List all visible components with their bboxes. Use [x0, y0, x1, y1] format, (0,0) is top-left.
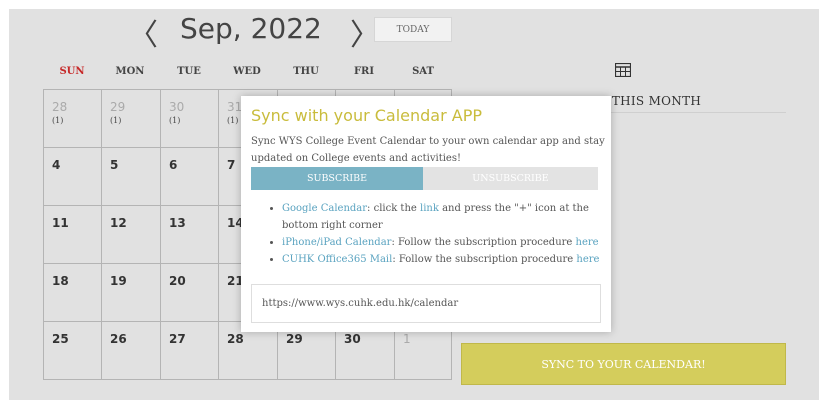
list-text: : click the: [367, 203, 420, 214]
google-link[interactable]: link: [420, 203, 439, 214]
day-cell[interactable]: 30 (1): [161, 90, 219, 148]
day-cell[interactable]: 5: [102, 148, 161, 206]
list-item: CUHK Office365 Mail: Follow the subscrip…: [282, 251, 612, 268]
day-number: 1: [403, 332, 411, 346]
day-cell[interactable]: 27: [161, 322, 219, 380]
day-number: 27: [169, 332, 186, 346]
today-button[interactable]: TODAY: [374, 17, 452, 42]
day-number: 6: [169, 158, 178, 172]
day-number: 29: [110, 100, 126, 114]
day-number: 25: [52, 332, 69, 346]
iphone-calendar-link[interactable]: iPhone/iPad Calendar: [282, 237, 391, 248]
day-number: 13: [169, 216, 186, 230]
day-cell[interactable]: 4: [44, 148, 102, 206]
office365-here-link[interactable]: here: [576, 254, 599, 265]
day-cell[interactable]: 19: [102, 264, 161, 322]
day-number: 26: [110, 332, 127, 346]
weekday-sun: SUN: [59, 66, 85, 77]
event-count: (1): [169, 116, 181, 125]
day-number: 20: [169, 274, 186, 288]
day-number: 5: [110, 158, 119, 172]
day-cell[interactable]: 28 (1): [44, 90, 102, 148]
office365-link[interactable]: CUHK Office365 Mail: [282, 254, 392, 265]
event-count: (1): [227, 116, 239, 125]
prev-month-arrow[interactable]: 〈: [128, 10, 158, 54]
day-number: 11: [52, 216, 69, 230]
list-item: Google Calendar: click the link and pres…: [282, 200, 612, 234]
day-cell[interactable]: 20: [161, 264, 219, 322]
google-calendar-link[interactable]: Google Calendar: [282, 203, 367, 214]
day-cell[interactable]: 6: [161, 148, 219, 206]
sync-to-calendar-button[interactable]: SYNC TO YOUR CALENDAR!: [461, 343, 786, 385]
popup-description: Sync WYS College Event Calendar to your …: [251, 136, 605, 164]
weekday-fri: FRI: [353, 66, 375, 77]
day-cell[interactable]: 18: [44, 264, 102, 322]
weekday-mon: MON: [115, 66, 145, 77]
subscription-list: Google Calendar: click the link and pres…: [261, 200, 612, 268]
weekday-tue: TUE: [177, 66, 201, 77]
day-number: 29: [286, 332, 303, 346]
tab-subscribe[interactable]: SUBSCRIBE: [251, 167, 423, 190]
day-number: 7: [227, 158, 236, 172]
weekday-wed: WED: [233, 66, 261, 77]
day-number: 19: [110, 274, 127, 288]
day-cell[interactable]: 29 (1): [102, 90, 161, 148]
day-number: 30: [169, 100, 185, 114]
sync-popup: Sync with your Calendar APP Sync WYS Col…: [241, 96, 611, 332]
list-text: : Follow the subscription procedure: [391, 237, 576, 248]
weekday-thu: THU: [293, 66, 319, 77]
grid-calendar-icon[interactable]: [615, 63, 631, 77]
month-title: Sep, 2022: [180, 12, 322, 45]
event-count: (1): [52, 116, 64, 125]
day-number: 12: [110, 216, 127, 230]
list-item: iPhone/iPad Calendar: Follow the subscri…: [282, 234, 612, 251]
day-number: 28: [52, 100, 68, 114]
day-number: 31: [227, 100, 243, 114]
calendar-url-field[interactable]: https://www.wys.cuhk.edu.hk/calendar: [251, 284, 601, 323]
day-number: 4: [52, 158, 61, 172]
event-count: (1): [110, 116, 122, 125]
weekday-sat: SAT: [412, 66, 434, 77]
tab-unsubscribe[interactable]: UNSUBSCRIBE: [423, 167, 598, 190]
day-cell[interactable]: 26: [102, 322, 161, 380]
day-number: 18: [52, 274, 69, 288]
day-cell[interactable]: 11: [44, 206, 102, 264]
popup-title: Sync with your Calendar APP: [251, 106, 483, 125]
day-number: 28: [227, 332, 244, 346]
day-cell[interactable]: 13: [161, 206, 219, 264]
day-number: 30: [344, 332, 361, 346]
list-text: : Follow the subscription procedure: [392, 254, 577, 265]
day-cell[interactable]: 12: [102, 206, 161, 264]
iphone-here-link[interactable]: here: [576, 237, 599, 248]
day-cell[interactable]: 25: [44, 322, 102, 380]
